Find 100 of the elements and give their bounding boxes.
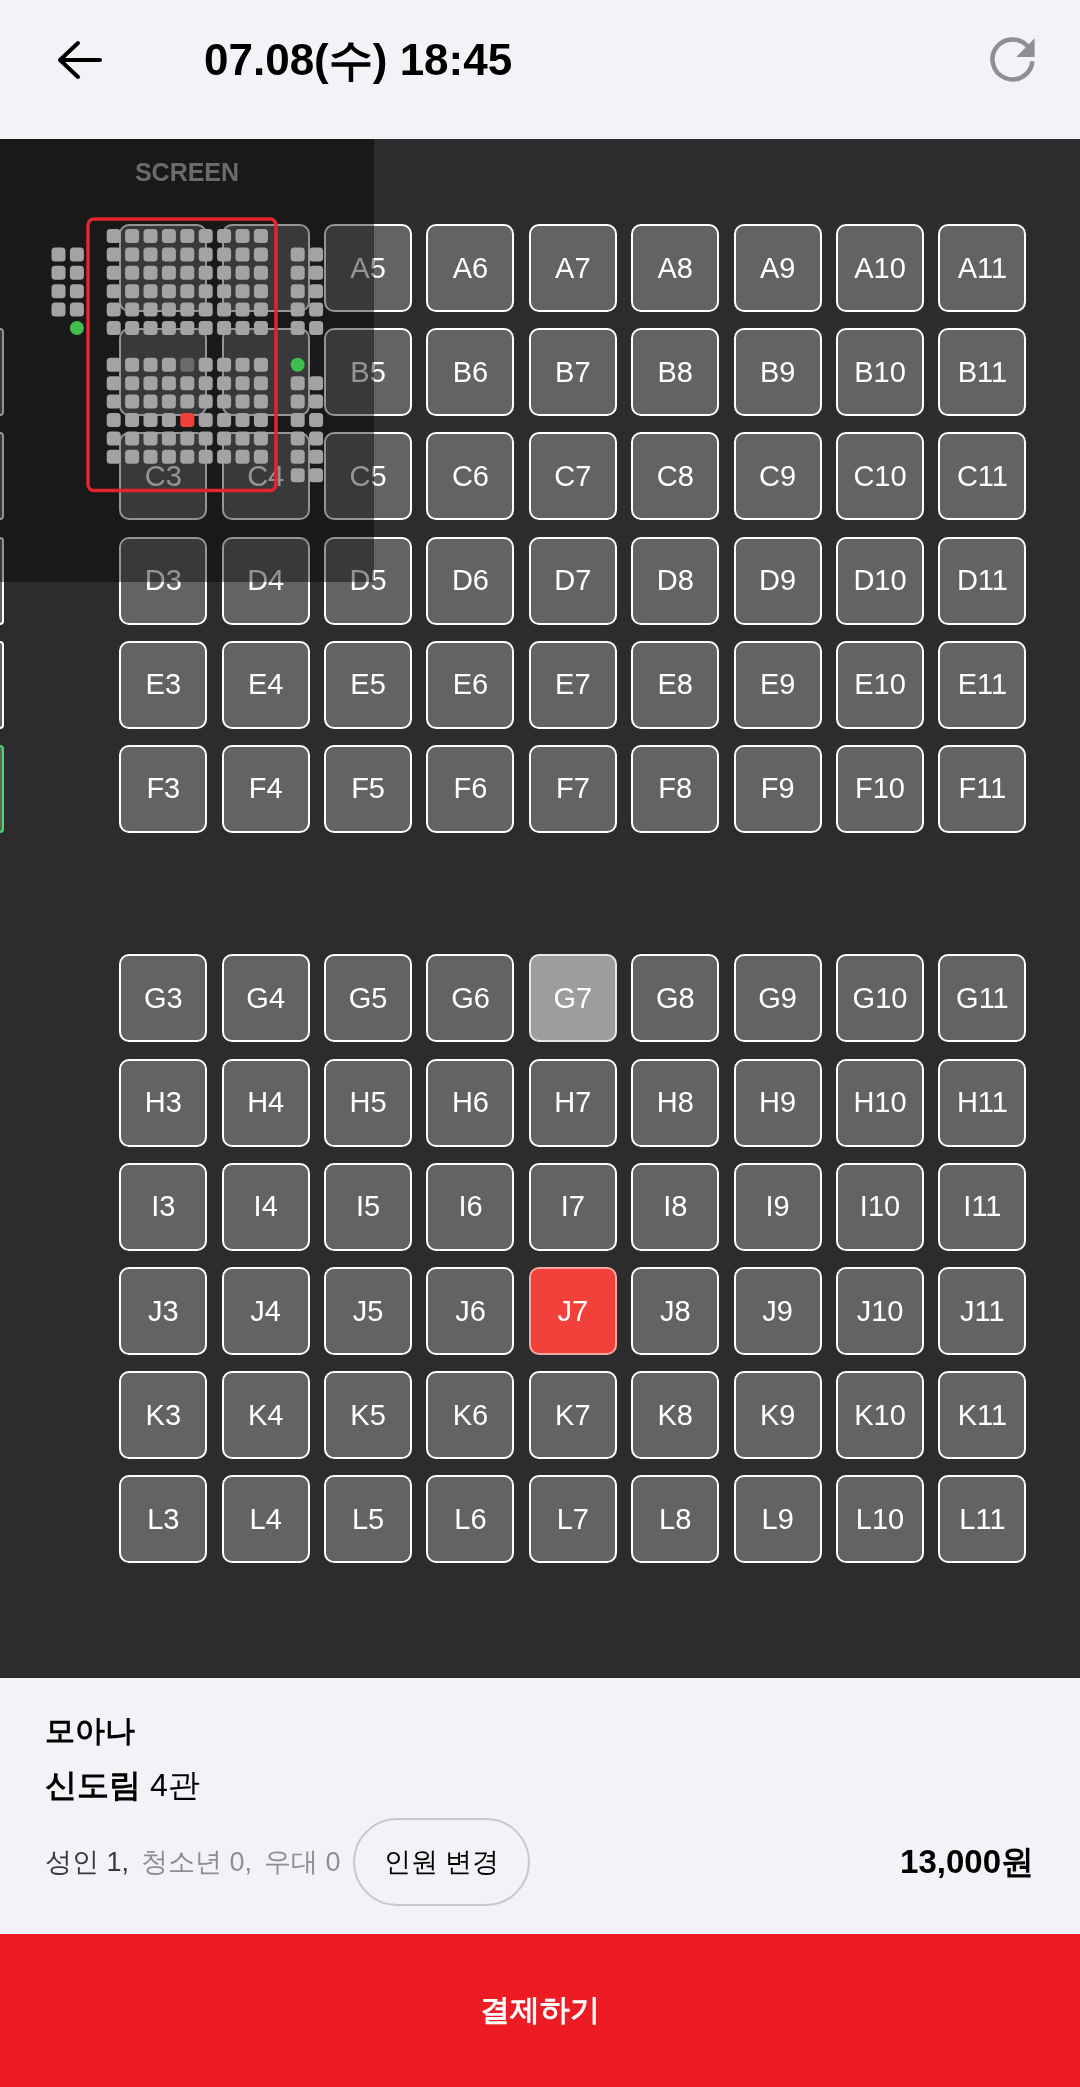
seat-button[interactable]: G4 (221, 954, 310, 1043)
seat-button[interactable]: F4 (221, 744, 310, 833)
seat-button[interactable]: G6 (426, 954, 515, 1043)
seat-button[interactable]: F8 (631, 744, 720, 833)
seat-button[interactable]: G9 (733, 954, 822, 1043)
seat-button[interactable]: A11 (938, 224, 1027, 312)
seat-button[interactable]: I10 (836, 1162, 925, 1251)
seat-button[interactable]: D10 (836, 536, 925, 625)
seat-button[interactable]: B11 (938, 328, 1027, 417)
seat-button[interactable]: I8 (631, 1162, 720, 1251)
seat-button[interactable]: C5 (324, 432, 413, 521)
seat-button[interactable]: J10 (836, 1267, 925, 1355)
seat-button[interactable]: L10 (836, 1475, 925, 1564)
seat-button[interactable]: I11 (938, 1162, 1027, 1251)
seat-button[interactable]: C7 (528, 432, 617, 521)
seat-button[interactable]: K3 (119, 1371, 208, 1460)
back-arrow-icon[interactable] (56, 40, 102, 80)
seat-button[interactable]: J9 (733, 1267, 822, 1355)
seat-button[interactable]: L5 (324, 1475, 413, 1564)
seat-button[interactable]: E6 (426, 640, 515, 729)
seat-button[interactable]: E5 (324, 640, 413, 729)
seat-button[interactable]: L11 (938, 1475, 1027, 1564)
seat-button[interactable]: D11 (938, 536, 1027, 625)
seat-button[interactable]: G11 (938, 954, 1027, 1043)
seat-button[interactable]: I6 (426, 1162, 515, 1251)
seat-button[interactable]: K10 (836, 1371, 925, 1460)
seat-button[interactable]: I9 (733, 1162, 822, 1251)
refresh-icon[interactable] (990, 37, 1036, 83)
seat-button[interactable]: L6 (426, 1475, 515, 1564)
seat-button[interactable]: K7 (528, 1371, 617, 1460)
seat-button[interactable]: E4 (221, 640, 310, 729)
seat-button[interactable]: J3 (119, 1267, 208, 1355)
seat-button[interactable]: G3 (119, 954, 208, 1043)
seat-button[interactable]: A6 (426, 224, 515, 312)
seat-button[interactable]: J5 (324, 1267, 413, 1355)
seat-button[interactable]: E10 (836, 640, 925, 729)
seat-button[interactable]: K9 (733, 1371, 822, 1460)
seat-button[interactable]: E11 (938, 640, 1027, 729)
seat-button[interactable]: B6 (426, 328, 515, 417)
pay-button[interactable]: 결제하기 (0, 1934, 1080, 2087)
seat-button[interactable]: C9 (733, 432, 822, 521)
seat-button[interactable]: K4 (221, 1371, 310, 1460)
seat-button[interactable]: A8 (631, 224, 720, 312)
seat-button[interactable]: F6 (426, 744, 515, 833)
seat-button[interactable]: L9 (733, 1475, 822, 1564)
seat-button[interactable]: L4 (221, 1475, 310, 1564)
seat-button[interactable]: H6 (426, 1058, 515, 1147)
seat-button[interactable]: G5 (324, 954, 413, 1043)
seat-button[interactable]: K6 (426, 1371, 515, 1460)
seat-button[interactable]: L8 (631, 1475, 720, 1564)
seat-button[interactable]: D4 (221, 536, 310, 625)
seat-button[interactable]: H5 (324, 1058, 413, 1147)
seat-button[interactable]: F3 (119, 744, 208, 833)
seat-button[interactable]: C8 (631, 432, 720, 521)
seat-button[interactable]: L7 (528, 1475, 617, 1564)
seat-button[interactable]: E8 (631, 640, 720, 729)
seat-button[interactable]: G8 (631, 954, 720, 1043)
seat-button[interactable]: D8 (631, 536, 720, 625)
seat-button[interactable]: D5 (324, 536, 413, 625)
seat-button[interactable]: J4 (221, 1267, 310, 1355)
seat-button[interactable]: H3 (119, 1058, 208, 1147)
seat-button[interactable]: D3 (119, 536, 208, 625)
seat-button[interactable]: B10 (836, 328, 925, 417)
seat-button[interactable]: F11 (938, 744, 1027, 833)
seat-button[interactable]: J7 (528, 1267, 617, 1355)
seat-button[interactable]: G10 (836, 954, 925, 1043)
seat-button[interactable]: D6 (426, 536, 515, 625)
seat-button[interactable]: F5 (324, 744, 413, 833)
seat-button[interactable]: C10 (836, 432, 925, 521)
change-party-button[interactable]: 인원 변경 (352, 1818, 531, 1906)
seat-button[interactable]: A5 (324, 224, 413, 312)
seat-button[interactable]: H9 (733, 1058, 822, 1147)
seat-button[interactable]: A7 (528, 224, 617, 312)
seat-button[interactable]: K8 (631, 1371, 720, 1460)
seat-button[interactable]: B9 (733, 328, 822, 417)
seat-button[interactable]: A10 (836, 224, 925, 312)
seat-button[interactable]: F10 (836, 744, 925, 833)
seat-button[interactable]: J6 (426, 1267, 515, 1355)
seat-button[interactable]: E3 (119, 640, 208, 729)
seat-button[interactable]: J11 (938, 1267, 1027, 1355)
seat-button[interactable]: K5 (324, 1371, 413, 1460)
seat-button[interactable]: H8 (631, 1058, 720, 1147)
seat-button[interactable]: B5 (324, 328, 413, 417)
seat-button[interactable]: D9 (733, 536, 822, 625)
seat-button[interactable]: C11 (938, 432, 1027, 521)
seat-button[interactable]: F9 (733, 744, 822, 833)
seat-button[interactable]: I4 (221, 1162, 310, 1251)
seat-button[interactable]: L3 (119, 1475, 208, 1564)
seat-button[interactable]: E9 (733, 640, 822, 729)
seat-button[interactable]: H4 (221, 1058, 310, 1147)
seat-button[interactable]: H10 (836, 1058, 925, 1147)
seat-button[interactable]: D7 (528, 536, 617, 625)
seat-button[interactable]: F7 (528, 744, 617, 833)
seat-button[interactable]: B8 (631, 328, 720, 417)
seat-button[interactable]: I5 (324, 1162, 413, 1251)
seat-button[interactable]: E7 (528, 640, 617, 729)
seat-button[interactable]: H7 (528, 1058, 617, 1147)
seat-button[interactable]: K11 (938, 1371, 1027, 1460)
seat-button[interactable]: I3 (119, 1162, 208, 1251)
seat-button[interactable]: J8 (631, 1267, 720, 1355)
